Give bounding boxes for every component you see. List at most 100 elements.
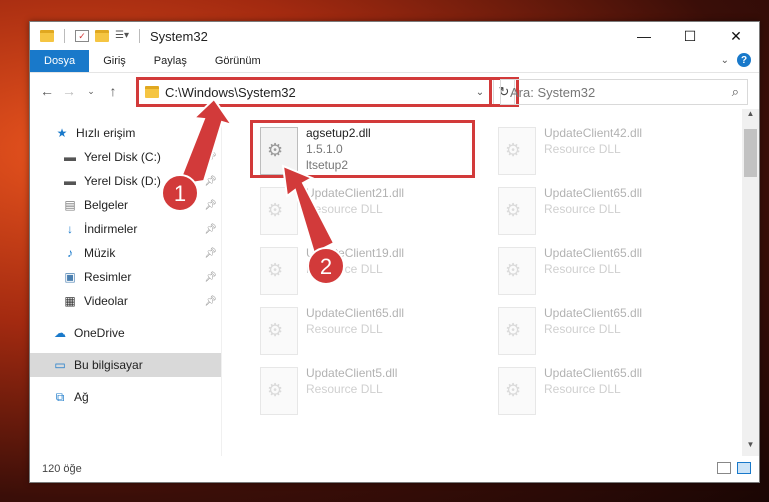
ribbon-tabs: Dosya Giriş Paylaş Görünüm ⌄ ? bbox=[30, 50, 759, 73]
music-icon: ♪ bbox=[67, 246, 73, 260]
quick-access-toolbar: ✓ ☰▾ bbox=[30, 29, 144, 43]
customize-toolbar-icon[interactable]: ☰▾ bbox=[115, 30, 129, 42]
file-item[interactable]: UpdateClient19.dll Resource DLL bbox=[256, 243, 486, 303]
vertical-scrollbar[interactable]: ▲ ▼ bbox=[742, 109, 759, 456]
file-item[interactable]: UpdateClient21.dll Resource DLL bbox=[256, 183, 486, 243]
tab-file[interactable]: Dosya bbox=[30, 50, 90, 72]
folder-icon bbox=[40, 30, 54, 42]
pin-icon[interactable]: 📌︎ bbox=[204, 176, 217, 187]
file-item[interactable]: UpdateClient5.dll Resource DLL bbox=[256, 363, 486, 423]
scroll-down-icon[interactable]: ▼ bbox=[742, 440, 759, 456]
file-name: UpdateClient65.dll bbox=[544, 306, 643, 320]
nav-item-quick-access[interactable]: ★ Hızlı erişim bbox=[30, 121, 221, 145]
title-bar: ✓ ☰▾ System32 — ☐ ✕ bbox=[30, 22, 759, 50]
expand-ribbon-icon[interactable]: ⌄ bbox=[721, 55, 729, 66]
properties-icon[interactable]: ✓ bbox=[75, 30, 89, 42]
file-item[interactable]: UpdateClient65.dll Resource DLL bbox=[494, 183, 724, 243]
file-name: UpdateClient65.dll bbox=[306, 306, 405, 320]
file-type: Resource DLL bbox=[544, 202, 621, 216]
file-type: Resource DLL bbox=[544, 322, 621, 336]
view-switcher bbox=[717, 462, 751, 474]
nav-label: Hızlı erişim bbox=[76, 126, 136, 140]
nav-label: Bu bilgisayar bbox=[74, 358, 143, 372]
explorer-window: ✓ ☰▾ System32 — ☐ ✕ Dosya Giriş Paylaş G… bbox=[29, 21, 760, 483]
nav-gap bbox=[30, 345, 221, 353]
scroll-thumb[interactable] bbox=[744, 129, 757, 177]
maximize-icon[interactable]: ☐ bbox=[667, 22, 713, 50]
recent-locations-icon[interactable]: ⌄ bbox=[80, 86, 102, 97]
dll-file-icon bbox=[260, 367, 298, 415]
nav-item-network[interactable]: ⧉ Ağ bbox=[30, 385, 221, 409]
nav-item-downloads[interactable]: ↓ İndirmeler 📌︎ bbox=[30, 217, 221, 241]
item-count: 120 öğe bbox=[42, 463, 82, 475]
file-name: UpdateClient21.dll bbox=[306, 186, 405, 200]
minimize-icon[interactable]: — bbox=[621, 22, 667, 50]
file-name: UpdateClient19.dll bbox=[306, 246, 405, 260]
file-name: UpdateClient42.dll bbox=[544, 126, 643, 140]
scroll-up-icon[interactable]: ▲ bbox=[742, 109, 759, 125]
computer-icon: ▭ bbox=[54, 358, 66, 372]
network-icon: ⧉ bbox=[55, 389, 65, 404]
star-icon: ★ bbox=[56, 126, 68, 140]
search-icon[interactable]: ⌕ bbox=[732, 84, 739, 100]
file-name: UpdateClient65.dll bbox=[544, 366, 643, 380]
back-arrow-icon[interactable]: ← bbox=[36, 83, 58, 99]
file-type: Resource DLL bbox=[544, 382, 621, 396]
tab-home[interactable]: Giriş bbox=[89, 50, 140, 72]
pin-icon[interactable]: 📌︎ bbox=[204, 248, 217, 259]
file-type: Resource DLL bbox=[306, 262, 383, 276]
file-type: Resource DLL bbox=[306, 202, 383, 216]
nav-label: Belgeler bbox=[84, 198, 129, 212]
search-placeholder: Ara: System32 bbox=[510, 84, 596, 100]
pin-icon[interactable]: 📌︎ bbox=[204, 224, 217, 235]
nav-item-this-pc[interactable]: ▭ Bu bilgisayar bbox=[30, 353, 221, 377]
up-arrow-icon[interactable]: ↑ bbox=[102, 83, 124, 99]
file-name: UpdateClient5.dll bbox=[306, 366, 398, 380]
drive-icon: ▬ bbox=[64, 174, 76, 188]
nav-item-onedrive[interactable]: ☁ OneDrive bbox=[30, 321, 221, 345]
pin-icon[interactable]: 📌︎ bbox=[204, 296, 217, 307]
nav-item-local-disk-c[interactable]: ▬ Yerel Disk (C:) 📌︎ bbox=[30, 145, 221, 169]
close-icon[interactable]: ✕ bbox=[713, 22, 759, 50]
navigation-pane: ★ Hızlı erişim ▬ Yerel Disk (C:) 📌︎ ▬ Ye… bbox=[30, 109, 222, 456]
tab-share[interactable]: Paylaş bbox=[140, 50, 201, 72]
pin-icon[interactable]: 📌︎ bbox=[204, 200, 217, 211]
file-item[interactable]: UpdateClient65.dll Resource DLL bbox=[494, 303, 724, 363]
file-item[interactable]: UpdateClient65.dll Resource DLL bbox=[494, 243, 724, 303]
forward-arrow-icon[interactable]: → bbox=[58, 83, 80, 99]
dll-file-icon bbox=[260, 187, 298, 235]
nav-item-pictures[interactable]: ▣ Resimler 📌︎ bbox=[30, 265, 221, 289]
tab-view[interactable]: Görünüm bbox=[201, 50, 275, 72]
nav-label: İndirmeler bbox=[84, 222, 138, 236]
help-icon[interactable]: ? bbox=[737, 53, 751, 67]
file-type: Resource DLL bbox=[306, 322, 383, 336]
nav-label: Yerel Disk (D:) bbox=[84, 174, 161, 188]
file-item[interactable]: UpdateClient42.dll Resource DLL bbox=[494, 123, 724, 183]
new-folder-icon[interactable] bbox=[95, 30, 109, 42]
tiles-view-icon[interactable] bbox=[737, 462, 751, 474]
dll-file-icon bbox=[260, 307, 298, 355]
file-item[interactable]: UpdateClient65.dll Resource DLL bbox=[494, 363, 724, 423]
search-input[interactable]: Ara: System32 ⌕ bbox=[500, 79, 748, 105]
pin-icon[interactable]: 📌︎ bbox=[204, 272, 217, 283]
documents-icon: ▤ bbox=[64, 198, 76, 212]
pin-icon[interactable]: 📌︎ bbox=[204, 152, 217, 163]
dll-file-icon bbox=[498, 187, 536, 235]
nav-item-documents[interactable]: ▤ Belgeler 📌︎ bbox=[30, 193, 221, 217]
nav-item-local-disk-d[interactable]: ▬ Yerel Disk (D:) 📌︎ bbox=[30, 169, 221, 193]
details-view-icon[interactable] bbox=[717, 462, 731, 474]
nav-label: Müzik bbox=[84, 246, 116, 260]
pictures-icon: ▣ bbox=[64, 270, 76, 284]
ribbon-right: ⌄ ? bbox=[721, 53, 751, 67]
nav-label: OneDrive bbox=[74, 326, 125, 340]
dll-file-icon bbox=[498, 367, 536, 415]
toolbar-separator bbox=[64, 29, 65, 43]
window-controls: — ☐ ✕ bbox=[621, 22, 759, 50]
nav-item-music[interactable]: ♪ Müzik 📌︎ bbox=[30, 241, 221, 265]
file-type: Resource DLL bbox=[306, 382, 383, 396]
nav-label: Yerel Disk (C:) bbox=[84, 150, 161, 164]
nav-item-videos[interactable]: ▦ Videolar 📌︎ bbox=[30, 289, 221, 313]
dll-file-icon bbox=[498, 307, 536, 355]
file-item[interactable]: UpdateClient65.dll Resource DLL bbox=[256, 303, 486, 363]
title-separator bbox=[139, 29, 140, 43]
